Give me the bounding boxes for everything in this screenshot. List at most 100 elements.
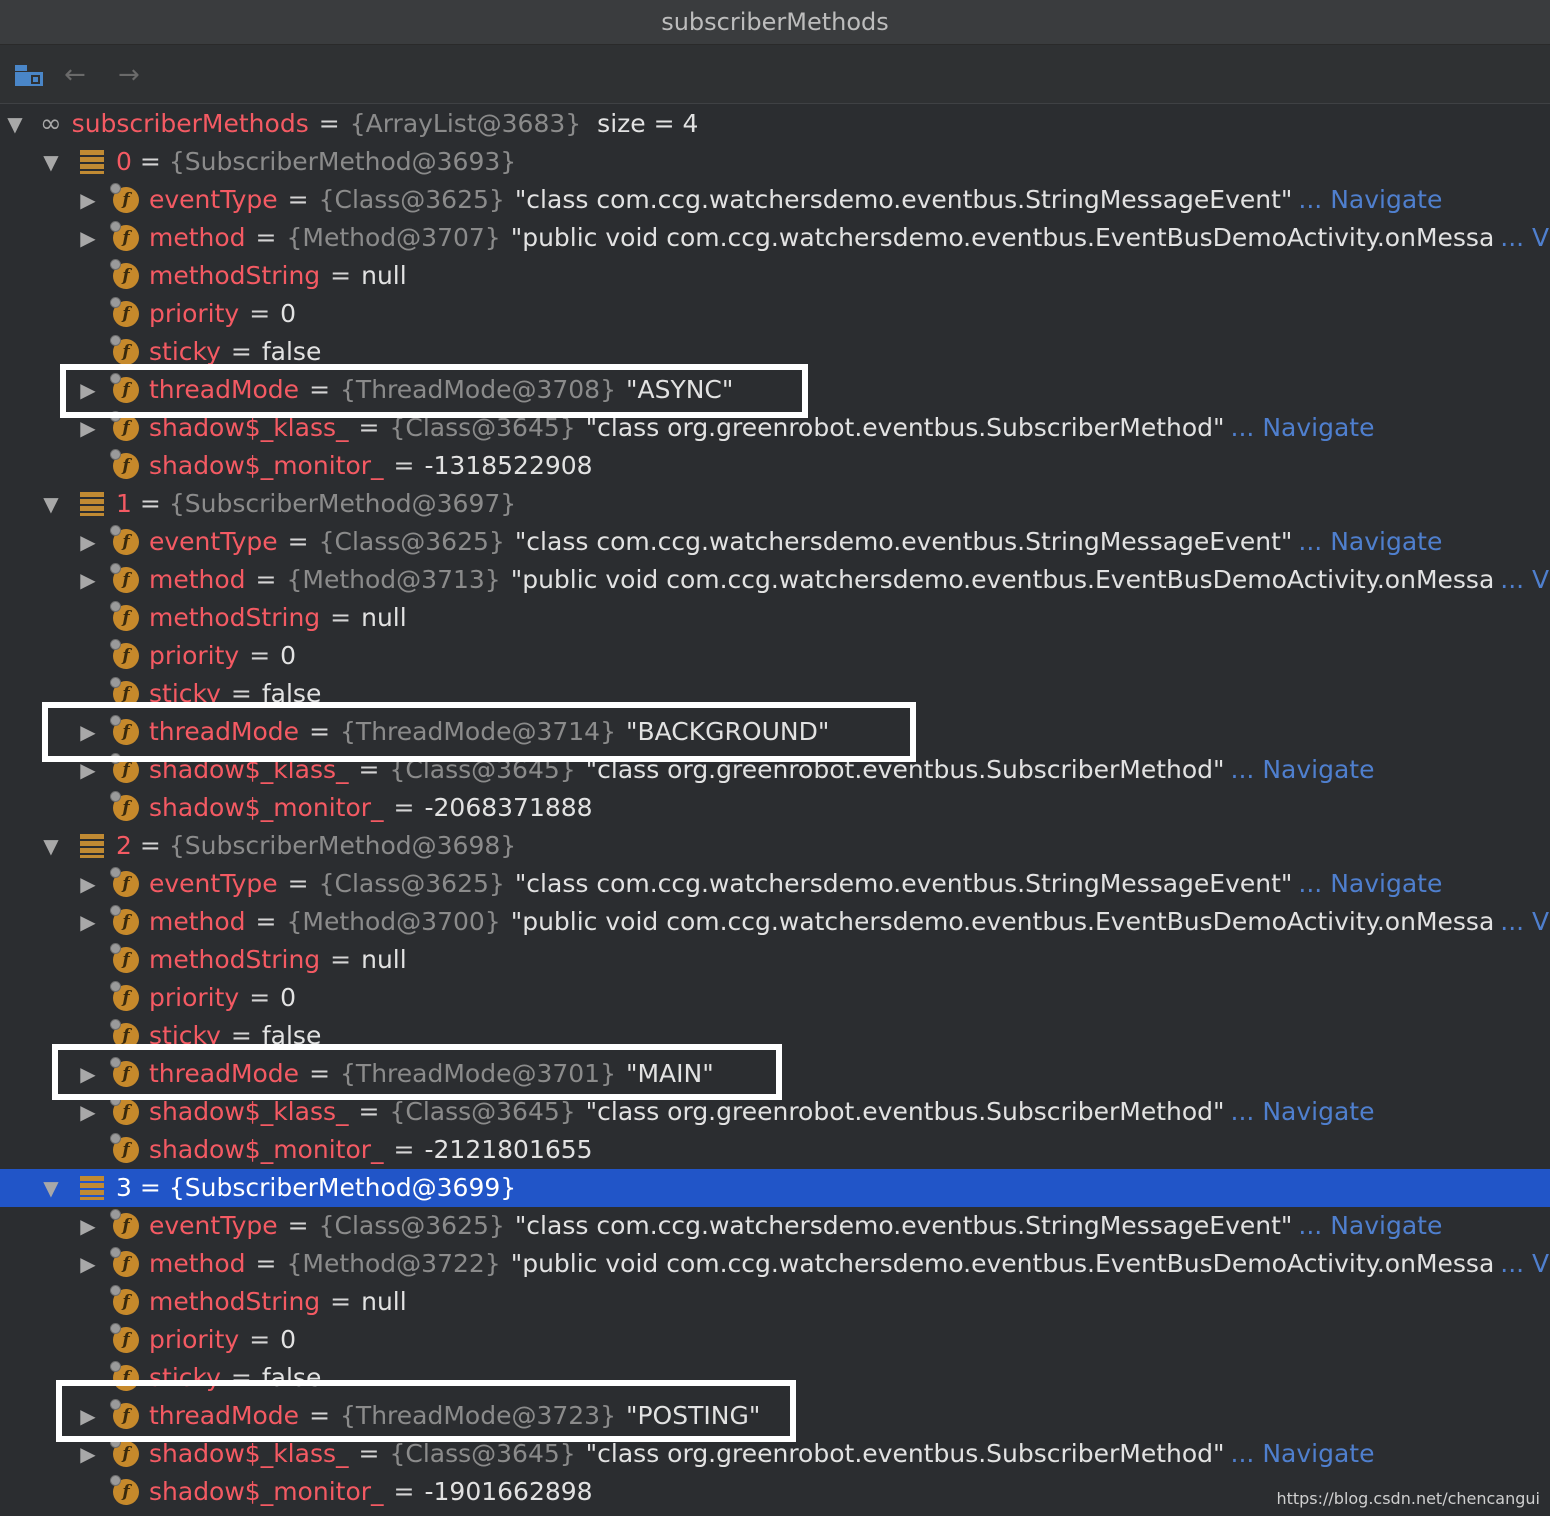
lock-badge-icon <box>110 601 121 612</box>
collapse-arrow-icon[interactable]: ▼ <box>41 827 61 865</box>
expand-arrow-icon[interactable]: ▶ <box>78 409 98 447</box>
expand-arrow-icon[interactable]: ▶ <box>78 713 98 751</box>
expand-arrow-icon[interactable]: ▶ <box>78 1055 98 1093</box>
back-arrow-icon[interactable]: ← <box>64 62 94 88</box>
tree-row-field-monitor[interactable]: f shadow$_monitor_ = -1318522908 <box>0 447 1550 485</box>
lock-badge-icon <box>110 1437 121 1448</box>
field-link[interactable]: ... Navigate <box>1298 1207 1442 1245</box>
field-link[interactable]: ... Navigate <box>1231 409 1375 447</box>
forward-arrow-icon[interactable]: → <box>118 62 148 88</box>
lock-badge-icon <box>110 1475 121 1486</box>
field-link[interactable]: ... Navigate <box>1231 1435 1375 1473</box>
field-link[interactable]: ... Navigate <box>1231 1093 1375 1131</box>
tree-row-field-sticky[interactable]: f sticky = false <box>0 1359 1550 1397</box>
field-content: f eventType = {Class@3625} "class com.ccg.wa… <box>110 865 1442 903</box>
equals-sign: = <box>393 1135 415 1164</box>
field-value: false <box>261 1363 322 1392</box>
field-content: f priority = 0 <box>110 637 296 675</box>
frames-icon[interactable] <box>14 63 44 87</box>
equals-sign: = <box>358 755 380 784</box>
field-link[interactable]: ... View <box>1500 219 1550 257</box>
tree-row-field-priority[interactable]: f priority = 0 <box>0 295 1550 333</box>
expand-arrow-icon[interactable]: ▶ <box>78 1435 98 1473</box>
field-link[interactable]: ... View <box>1500 1245 1550 1283</box>
field-name: priority <box>149 299 240 328</box>
lock-badge-icon <box>110 1209 121 1220</box>
tree-row-field-method[interactable]: ▶ f method = {Method@3722} "public void com.c… <box>0 1245 1550 1283</box>
item-type: {SubscriberMethod@3699} <box>168 1173 517 1202</box>
expand-arrow-icon[interactable]: ▶ <box>78 1207 98 1245</box>
collapse-arrow-icon[interactable]: ▼ <box>41 485 61 523</box>
field-link[interactable]: ... Navigate <box>1298 865 1442 903</box>
root-type: {ArrayList@3683} <box>349 109 582 138</box>
expand-arrow-icon[interactable]: ▶ <box>78 865 98 903</box>
tree-row-field-priority[interactable]: f priority = 0 <box>0 979 1550 1017</box>
tree-row-field-threadMode[interactable]: ▶ f threadMode = {ThreadMode@3723} "POSTING" <box>0 1397 1550 1435</box>
tree-row-field-monitor[interactable]: f shadow$_monitor_ = -2121801655 <box>0 1131 1550 1169</box>
expand-arrow-icon[interactable]: ▶ <box>78 371 98 409</box>
tree-row-field-sticky[interactable]: f sticky = false <box>0 333 1550 371</box>
tree-row-field-method[interactable]: ▶ f method = {Method@3707} "public void com.c… <box>0 219 1550 257</box>
expand-arrow-icon[interactable]: ▶ <box>78 181 98 219</box>
tree-row-field-methodString[interactable]: f methodString = null <box>0 941 1550 979</box>
tree-row-item-3[interactable]: ▼ 3 = {SubscriberMethod@3699} <box>0 1169 1550 1207</box>
field-type: {Method@3707} <box>286 223 501 252</box>
tree-row-field-eventType[interactable]: ▶ f eventType = {Class@3625} "class com.ccg.w… <box>0 1207 1550 1245</box>
expand-arrow-icon[interactable]: ▶ <box>78 1245 98 1283</box>
root-name: subscriberMethods <box>71 109 309 138</box>
tree-row-item-0[interactable]: ▼ 0 = {SubscriberMethod@3693} <box>0 143 1550 181</box>
tree-row-item-1[interactable]: ▼ 1 = {SubscriberMethod@3697} <box>0 485 1550 523</box>
collapse-arrow-icon[interactable]: ▼ <box>41 1169 61 1207</box>
tree-row-field-threadMode[interactable]: ▶ f threadMode = {ThreadMode@3708} "ASYNC" <box>0 371 1550 409</box>
tree-row-field-sticky[interactable]: f sticky = false <box>0 675 1550 713</box>
field-link[interactable]: ... View <box>1500 561 1550 599</box>
collapse-arrow-icon[interactable]: ▼ <box>41 143 61 181</box>
field-link[interactable]: ... Navigate <box>1298 181 1442 219</box>
tree-row-field-method[interactable]: ▶ f method = {Method@3713} "public void com.c… <box>0 561 1550 599</box>
field-link[interactable]: ... View <box>1500 903 1550 941</box>
tree-row-field-eventType[interactable]: ▶ f eventType = {Class@3625} "class com.ccg.w… <box>0 181 1550 219</box>
tree-row-field-monitor[interactable]: f shadow$_monitor_ = -2068371888 <box>0 789 1550 827</box>
item-content: 3 = {SubscriberMethod@3699} <box>80 1169 516 1207</box>
field-name: sticky <box>149 679 221 708</box>
field-name: eventType <box>149 1211 278 1240</box>
tree-row-field-sticky[interactable]: f sticky = false <box>0 1017 1550 1055</box>
tree-row-field-methodString[interactable]: f methodString = null <box>0 257 1550 295</box>
equals-sign: = <box>309 1059 331 1088</box>
item-content: 0 = {SubscriberMethod@3693} <box>80 143 516 181</box>
tree-row-field-priority[interactable]: f priority = 0 <box>0 1321 1550 1359</box>
tree-row-field-priority[interactable]: f priority = 0 <box>0 637 1550 675</box>
expand-arrow-icon[interactable]: ▶ <box>78 1093 98 1131</box>
expand-arrow-icon[interactable]: ▶ <box>78 219 98 257</box>
field-link[interactable]: ... Navigate <box>1231 751 1375 789</box>
tree-row-field-method[interactable]: ▶ f method = {Method@3700} "public void com.c… <box>0 903 1550 941</box>
tree-row-field-threadMode[interactable]: ▶ f threadMode = {ThreadMode@3714} "BACKGROUN… <box>0 713 1550 751</box>
tree-row-field-methodString[interactable]: f methodString = null <box>0 599 1550 637</box>
field-icon: f <box>110 981 139 1011</box>
tree-row-field-methodString[interactable]: f methodString = null <box>0 1283 1550 1321</box>
tree-row-field-klass[interactable]: ▶ f shadow$_klass_ = {Class@3645} "class org.… <box>0 1093 1550 1131</box>
tree-row-field-klass[interactable]: ▶ f shadow$_klass_ = {Class@3645} "class org.… <box>0 409 1550 447</box>
expand-arrow-icon[interactable]: ▶ <box>78 561 98 599</box>
field-value: 0 <box>280 983 297 1012</box>
field-name: shadow$_klass_ <box>149 1439 349 1468</box>
field-link[interactable]: ... Navigate <box>1298 523 1442 561</box>
field-content: f shadow$_klass_ = {Class@3645} "class org.g… <box>110 1093 1375 1131</box>
tree-row-root[interactable]: ▼ ∞ subscriberMethods = {ArrayList@3683}… <box>0 105 1550 143</box>
tree-row-field-klass[interactable]: ▶ f shadow$_klass_ = {Class@3645} "class org.… <box>0 751 1550 789</box>
collapse-arrow-icon[interactable]: ▼ <box>5 105 25 143</box>
item-type: {SubscriberMethod@3693} <box>168 147 517 176</box>
field-name: priority <box>149 1325 240 1354</box>
tree-row-field-eventType[interactable]: ▶ f eventType = {Class@3625} "class com.ccg.w… <box>0 865 1550 903</box>
expand-arrow-icon[interactable]: ▶ <box>78 751 98 789</box>
expand-arrow-icon[interactable]: ▶ <box>78 903 98 941</box>
equals-sign: = <box>309 375 331 404</box>
equals-sign: = <box>393 793 415 822</box>
tree-row-item-2[interactable]: ▼ 2 = {SubscriberMethod@3698} <box>0 827 1550 865</box>
expand-arrow-icon[interactable]: ▶ <box>78 523 98 561</box>
tree-row-field-eventType[interactable]: ▶ f eventType = {Class@3625} "class com.ccg.w… <box>0 523 1550 561</box>
field-content: f sticky = false <box>110 333 321 371</box>
tree-row-field-threadMode[interactable]: ▶ f threadMode = {ThreadMode@3701} "MAIN" <box>0 1055 1550 1093</box>
tree-row-field-klass[interactable]: ▶ f shadow$_klass_ = {Class@3645} "class org.… <box>0 1435 1550 1473</box>
expand-arrow-icon[interactable]: ▶ <box>78 1397 98 1435</box>
